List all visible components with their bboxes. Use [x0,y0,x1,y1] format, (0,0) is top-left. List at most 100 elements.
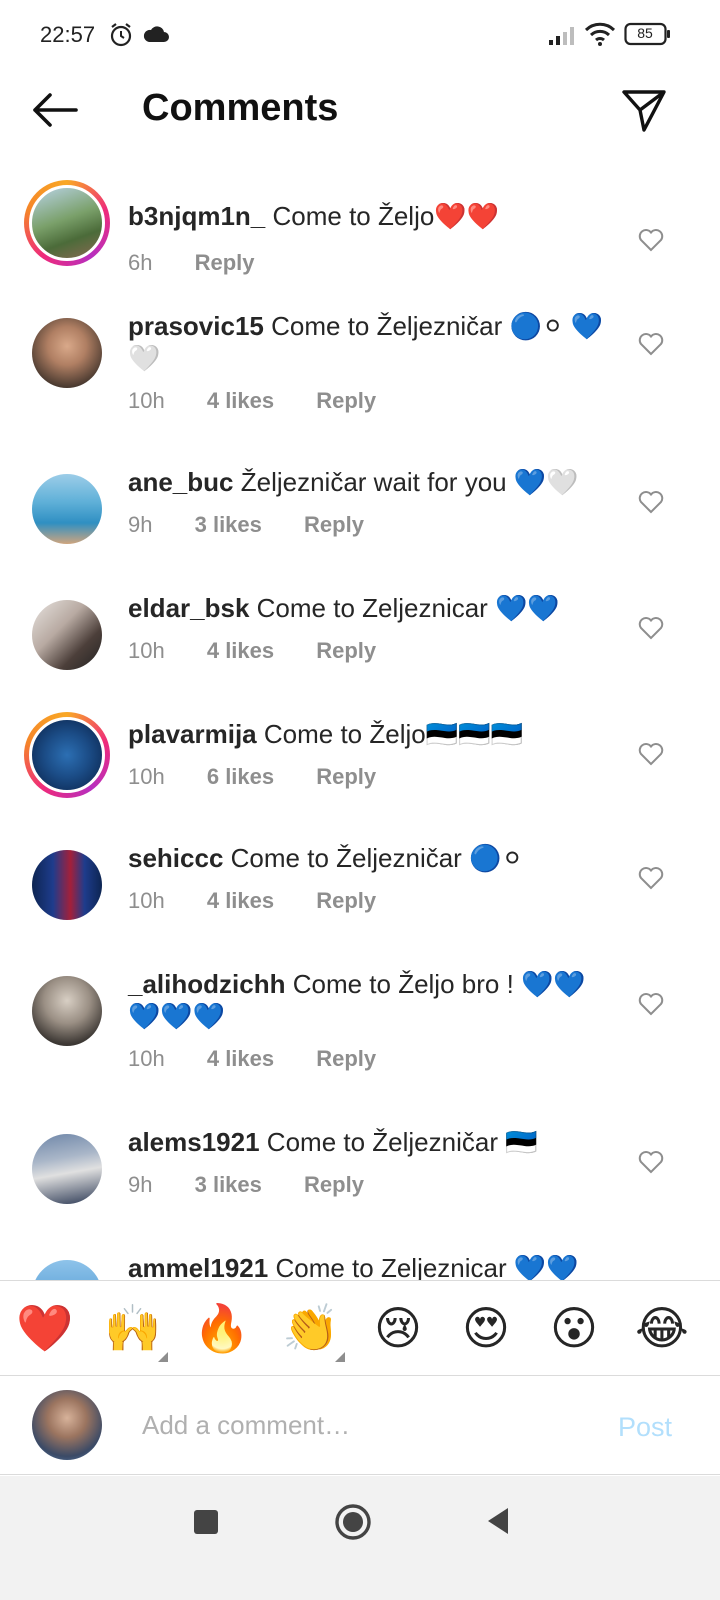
reply-button[interactable]: Reply [316,638,376,663]
like-heart-icon[interactable] [638,490,664,514]
comment-item: prasovic15 Come to Željezničar 🔵⚪ 💙🤍 10h… [0,310,720,440]
comment-meta: 10h 4 likes Reply [128,1046,412,1072]
comment-message: Come to Zeljeznicar 💙💙 [275,1253,579,1280]
comment-time: 6h [128,250,153,275]
reply-button[interactable]: Reply [195,250,255,275]
reaction-surprised[interactable]: 😮 [546,1302,602,1354]
comment-text: sehiccc Come to Željezničar 🔵⚪ [128,842,608,874]
reaction-raised-hands[interactable]: 🙌 [104,1302,161,1354]
back-triangle-icon[interactable] [484,1506,510,1536]
comment-item: ammel1921 Come to Zeljeznicar 💙💙 [0,1252,720,1280]
comment-text: b3njqm1n_ Come to Željo❤️❤️ [128,200,608,232]
reply-button[interactable]: Reply [316,1046,376,1071]
reply-button[interactable]: Reply [316,764,376,789]
comment-meta: 6h Reply [128,250,291,276]
avatar-wrap[interactable] [24,842,110,928]
comment-message: Come to Željo🇪🇪🇪🇪🇪🇪 [263,719,523,749]
comment-likes[interactable]: 6 likes [207,764,274,789]
comment-meta: 10h 4 likes Reply [128,388,412,414]
avatar [29,717,105,793]
like-heart-icon[interactable] [638,332,664,356]
comment-username[interactable]: alems1921 [128,1127,260,1157]
avatar-wrap[interactable] [24,310,110,396]
comment-item: _alihodzichh Come to Željo bro ! 💙💙 💙💙💙 … [0,968,720,1098]
comment-meta: 10h 6 likes Reply [128,764,412,790]
reaction-heart[interactable]: ❤️ [16,1302,73,1354]
story-ring[interactable] [24,712,110,798]
reaction-heart-eyes[interactable]: 😍 [458,1302,514,1354]
avatar-wrap[interactable] [24,1126,110,1212]
like-heart-icon[interactable] [638,866,664,890]
reaction-laughing[interactable]: 😂 [634,1302,690,1354]
alarm-icon [110,23,132,47]
skin-tone-indicator-icon [158,1352,168,1362]
comment-username[interactable]: sehiccc [128,843,223,873]
comment-username[interactable]: b3njqm1n_ [128,201,265,231]
comment-time: 10h [128,388,165,413]
comment-item: eldar_bsk Come to Zeljeznicar 💙💙 10h 4 l… [0,592,720,702]
comment-item: b3njqm1n_ Come to Željo❤️❤️ 6h Reply [0,180,720,290]
comment-message: Come to Željezničar 🇪🇪 [266,1127,538,1157]
page-title: Comments [142,87,339,129]
like-heart-icon[interactable] [638,1150,664,1174]
like-heart-icon[interactable] [638,616,664,640]
avatar-wrap[interactable] [24,1252,110,1280]
avatar [32,600,102,670]
comment-likes[interactable]: 4 likes [207,1046,274,1071]
home-circle-icon[interactable] [334,1503,372,1541]
like-heart-icon[interactable] [638,992,664,1016]
comment-input[interactable] [140,1402,584,1448]
share-button[interactable] [618,84,670,136]
comment-likes[interactable]: 3 likes [195,1172,262,1197]
comment-item: ane_buc Željezničar wait for you 💙🤍 9h 3… [0,466,720,576]
comment-likes[interactable]: 4 likes [207,638,274,663]
reply-button[interactable]: Reply [316,888,376,913]
avatar-wrap[interactable] [24,592,110,678]
reaction-fire[interactable]: 🔥 [193,1302,250,1354]
system-nav-bar [0,1476,720,1600]
comment-likes[interactable]: 4 likes [207,888,274,913]
comment-username[interactable]: prasovic15 [128,311,264,341]
comment-username[interactable]: ammel1921 [128,1253,268,1280]
comment-text: ammel1921 Come to Zeljeznicar 💙💙 [128,1252,608,1280]
comment-time: 10h [128,764,165,789]
comment-text: ane_buc Željezničar wait for you 💙🤍 [128,466,608,498]
comment-item: alems1921 Come to Željezničar 🇪🇪 9h 3 li… [0,1126,720,1236]
comments-list: b3njqm1n_ Come to Željo❤️❤️ 6h Reply pra… [0,160,720,1280]
avatar [32,976,102,1046]
comment-likes[interactable]: 3 likes [195,512,262,537]
avatar-wrap[interactable] [24,466,110,552]
comment-username[interactable]: ane_buc [128,467,234,497]
status-bar: 22:57 85 [0,0,720,70]
recents-square-icon[interactable] [194,1510,218,1534]
comment-username[interactable]: plavarmija [128,719,257,749]
comment-meta: 10h 4 likes Reply [128,638,412,664]
arrow-left-icon [33,93,78,127]
comment-username[interactable]: eldar_bsk [128,593,249,623]
comment-meta: 9h 3 likes Reply [128,1172,400,1198]
avatar-wrap[interactable] [24,968,110,1054]
comment-username[interactable]: _alihodzichh [128,969,285,999]
status-time: 22:57 [40,22,96,47]
comment-message: Željezničar wait for you 💙🤍 [240,467,579,497]
post-button[interactable]: Post [618,1412,672,1443]
comment-time: 10h [128,1046,165,1071]
reply-button[interactable]: Reply [304,1172,364,1197]
avatar [32,474,102,544]
like-heart-icon[interactable] [638,742,664,766]
comment-text: prasovic15 Come to Željezničar 🔵⚪ 💙🤍 [128,310,608,374]
avatar [32,318,102,388]
avatar [32,1134,102,1204]
like-heart-icon[interactable] [638,228,664,252]
comment-likes[interactable]: 4 likes [207,388,274,413]
reply-button[interactable]: Reply [316,388,376,413]
back-button[interactable] [28,86,80,134]
story-ring[interactable] [24,180,110,266]
divider [0,1474,720,1475]
reply-button[interactable]: Reply [304,512,364,537]
reaction-crying[interactable]: 😢 [370,1302,426,1354]
comment-text: plavarmija Come to Željo🇪🇪🇪🇪🇪🇪 [128,718,608,750]
reaction-clap[interactable]: 👏 [282,1302,339,1354]
divider [0,1280,720,1281]
avatar [32,1260,102,1280]
